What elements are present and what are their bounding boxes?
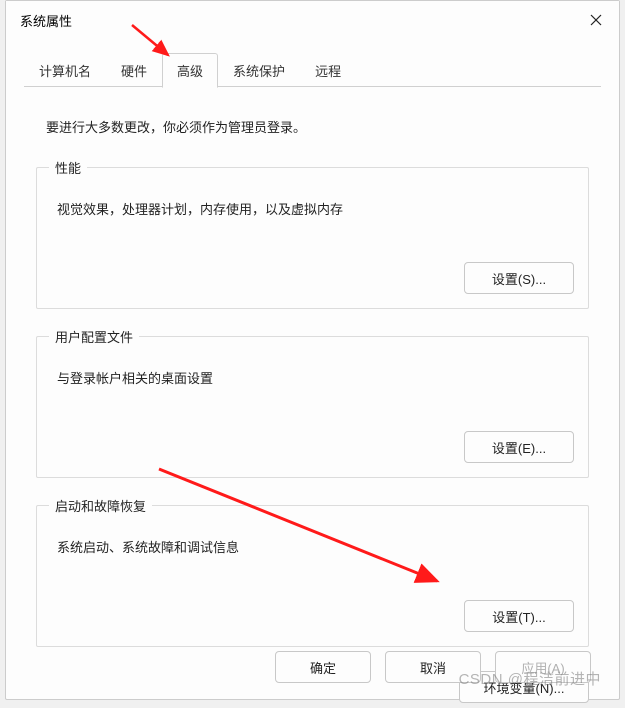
tab-content-advanced: 要进行大多数更改，你必须作为管理员登录。 性能 视觉效果，处理器计划，内存使用，… bbox=[6, 87, 619, 647]
startup-recovery-settings-button[interactable]: 设置(T)... bbox=[464, 600, 574, 632]
group-user-profiles-desc: 与登录帐户相关的桌面设置 bbox=[57, 368, 574, 387]
dialog-button-row: 确定 取消 应用(A) bbox=[6, 651, 619, 683]
system-properties-dialog: 系统属性 计算机名 硬件 高级 系统保护 远程 要进行大多数更改，你必须作为管理… bbox=[5, 0, 620, 700]
window-title: 系统属性 bbox=[20, 11, 72, 30]
tab-row: 计算机名 硬件 高级 系统保护 远程 bbox=[6, 39, 619, 87]
admin-notice: 要进行大多数更改，你必须作为管理员登录。 bbox=[46, 117, 589, 136]
close-button[interactable] bbox=[573, 1, 619, 39]
apply-button[interactable]: 应用(A) bbox=[495, 651, 591, 683]
group-user-profiles-title: 用户配置文件 bbox=[49, 327, 139, 346]
ok-button[interactable]: 确定 bbox=[275, 651, 371, 683]
tab-underline bbox=[24, 86, 601, 87]
group-performance-desc: 视觉效果，处理器计划，内存使用，以及虚拟内存 bbox=[57, 199, 574, 218]
group-startup-recovery: 启动和故障恢复 系统启动、系统故障和调试信息 设置(T)... bbox=[36, 496, 589, 647]
performance-settings-button[interactable]: 设置(S)... bbox=[464, 262, 574, 294]
user-profiles-settings-button[interactable]: 设置(E)... bbox=[464, 431, 574, 463]
group-startup-recovery-desc: 系统启动、系统故障和调试信息 bbox=[57, 537, 574, 556]
tab-advanced[interactable]: 高级 bbox=[162, 53, 218, 88]
tab-hardware[interactable]: 硬件 bbox=[106, 53, 162, 87]
group-performance-title: 性能 bbox=[49, 158, 87, 177]
tab-remote[interactable]: 远程 bbox=[300, 53, 356, 87]
close-icon bbox=[590, 14, 602, 26]
cancel-button[interactable]: 取消 bbox=[385, 651, 481, 683]
group-user-profiles: 用户配置文件 与登录帐户相关的桌面设置 设置(E)... bbox=[36, 327, 589, 478]
tab-computer-name[interactable]: 计算机名 bbox=[24, 53, 106, 87]
group-startup-recovery-title: 启动和故障恢复 bbox=[49, 496, 152, 515]
tab-system-protection[interactable]: 系统保护 bbox=[218, 53, 300, 87]
titlebar: 系统属性 bbox=[6, 1, 619, 39]
group-performance: 性能 视觉效果，处理器计划，内存使用，以及虚拟内存 设置(S)... bbox=[36, 158, 589, 309]
